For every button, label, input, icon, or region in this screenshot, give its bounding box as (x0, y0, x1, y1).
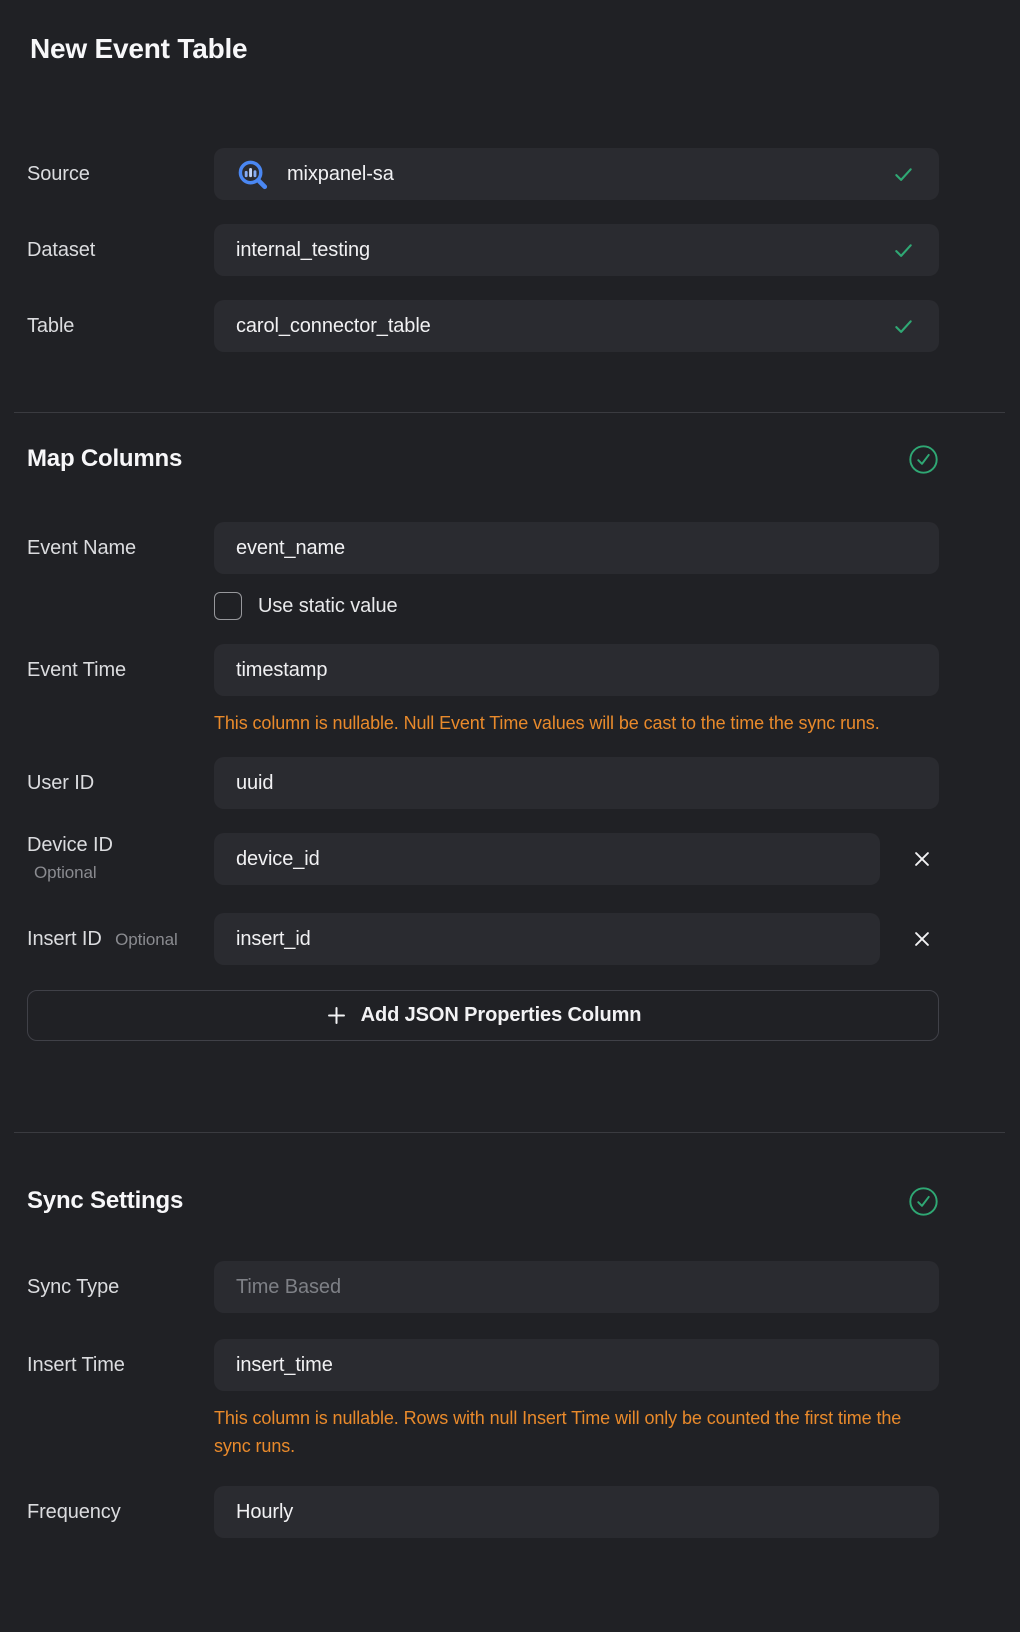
section-complete-icon (908, 444, 939, 475)
event-time-select[interactable]: timestamp (214, 644, 939, 696)
add-json-properties-button[interactable]: Add JSON Properties Column (27, 990, 939, 1041)
table-label: Table (27, 314, 214, 338)
sync-type-value: Time Based (236, 1276, 915, 1299)
source-select[interactable]: mixpanel-sa (214, 148, 939, 200)
valid-check-icon (892, 239, 915, 262)
section-complete-icon (908, 1186, 939, 1217)
remove-insert-id-button[interactable] (905, 922, 939, 956)
insert-time-select[interactable]: insert_time (214, 1339, 939, 1391)
dataset-select[interactable]: internal_testing (214, 224, 939, 276)
frequency-row: Frequency Hourly (27, 1486, 939, 1538)
event-time-value: timestamp (236, 659, 915, 682)
new-event-table-panel: New Event Table Source mixpanel-sa Datas… (0, 0, 1020, 1632)
close-icon (911, 928, 933, 950)
device-id-value: device_id (236, 848, 856, 871)
user-id-row: User ID uuid (27, 757, 939, 809)
event-name-label: Event Name (27, 536, 214, 560)
map-columns-heading: Map Columns (27, 443, 182, 475)
close-icon (911, 848, 933, 870)
insert-id-label: Insert ID (27, 928, 102, 950)
user-id-select[interactable]: uuid (214, 757, 939, 809)
add-json-properties-label: Add JSON Properties Column (361, 1004, 642, 1027)
insert-id-optional-label: Optional (115, 930, 178, 949)
sync-settings-heading: Sync Settings (27, 1185, 183, 1217)
dataset-label: Dataset (27, 238, 214, 262)
frequency-label: Frequency (27, 1500, 214, 1524)
event-name-value: event_name (236, 537, 915, 560)
insert-time-nullable-warning: This column is nullable. Rows with null … (214, 1404, 939, 1460)
valid-check-icon (892, 163, 915, 186)
bigquery-icon (236, 158, 269, 191)
map-columns-header: Map Columns (27, 443, 939, 475)
section-divider (14, 412, 1005, 413)
source-row: Source mixpanel-sa (27, 148, 939, 200)
device-id-optional-label: Optional (27, 861, 204, 885)
insert-id-row: Insert ID Optional insert_id (27, 913, 939, 965)
user-id-label: User ID (27, 771, 214, 795)
use-static-value-row: Use static value (214, 592, 939, 620)
insert-id-select[interactable]: insert_id (214, 913, 880, 965)
table-select[interactable]: carol_connector_table (214, 300, 939, 352)
device-id-row: Device ID Optional device_id (27, 833, 939, 885)
remove-device-id-button[interactable] (905, 842, 939, 876)
insert-id-value: insert_id (236, 928, 856, 951)
event-name-row: Event Name event_name (27, 522, 939, 574)
valid-check-icon (892, 315, 915, 338)
source-label: Source (27, 162, 214, 186)
sync-type-row: Sync Type Time Based (27, 1261, 939, 1313)
dataset-value: internal_testing (236, 239, 880, 262)
table-row: Table carol_connector_table (27, 300, 939, 352)
source-value: mixpanel-sa (287, 163, 880, 186)
event-time-row: Event Time timestamp (27, 644, 939, 696)
sync-settings-header: Sync Settings (27, 1185, 939, 1217)
user-id-value: uuid (236, 772, 915, 795)
sync-type-label: Sync Type (27, 1275, 214, 1299)
table-value: carol_connector_table (236, 315, 880, 338)
insert-time-label: Insert Time (27, 1353, 214, 1377)
insert-time-value: insert_time (236, 1354, 915, 1377)
frequency-select[interactable]: Hourly (214, 1486, 939, 1538)
dataset-row: Dataset internal_testing (27, 224, 939, 276)
use-static-value-label: Use static value (258, 595, 398, 618)
device-id-label: Device ID (27, 833, 204, 857)
event-time-label: Event Time (27, 658, 214, 682)
event-time-nullable-warning: This column is nullable. Null Event Time… (214, 709, 939, 737)
sync-type-select[interactable]: Time Based (214, 1261, 939, 1313)
use-static-value-checkbox[interactable] (214, 592, 242, 620)
device-id-select[interactable]: device_id (214, 833, 880, 885)
section-divider (14, 1132, 1005, 1133)
plus-icon (325, 1004, 348, 1027)
event-name-select[interactable]: event_name (214, 522, 939, 574)
page-title: New Event Table (30, 33, 1020, 65)
frequency-value: Hourly (236, 1501, 915, 1524)
insert-time-row: Insert Time insert_time (27, 1339, 939, 1391)
